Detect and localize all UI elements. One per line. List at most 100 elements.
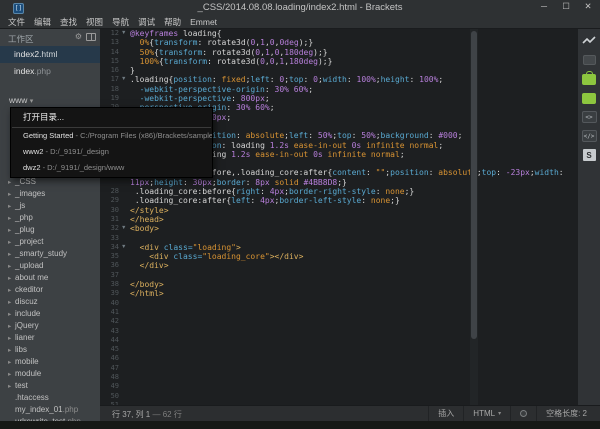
code-line[interactable]: 33 xyxy=(100,234,570,243)
editor-scrollbar[interactable] xyxy=(470,29,478,405)
split-view-icon[interactable] xyxy=(86,33,96,41)
extension-bag-icon[interactable] xyxy=(581,72,597,86)
tree-folder[interactable]: ▸ckeditor xyxy=(0,284,100,296)
menu-item-3[interactable]: 查找 xyxy=(60,17,77,28)
language-selector[interactable]: HTML▾ xyxy=(463,406,510,421)
extension-manager-icon[interactable] xyxy=(581,53,597,67)
fold-arrow-icon[interactable]: ▼ xyxy=(121,29,129,38)
code-line[interactable]: 50 xyxy=(100,392,570,401)
scrollbar-thumb[interactable] xyxy=(471,31,477,339)
tree-folder[interactable]: ▸lianer xyxy=(0,332,100,344)
code-line[interactable]: 40 xyxy=(100,299,570,308)
code-line[interactable]: 34▼ <div class="loading"> xyxy=(100,243,570,252)
menu-item-6[interactable]: 调试 xyxy=(138,17,155,28)
line-number: 35 xyxy=(100,252,119,261)
code-line[interactable]: 29 .loading_core:after{left: 4px;border-… xyxy=(100,196,570,205)
maximize-button[interactable]: ☐ xyxy=(560,1,572,12)
menu-item-1[interactable]: 文件 xyxy=(8,17,25,28)
code-text: </head> xyxy=(130,215,164,224)
code-line[interactable]: 31</head> xyxy=(100,215,570,224)
tree-folder[interactable]: ▸include xyxy=(0,308,100,320)
code-editor[interactable]: 12▼@keyframes loading{13 0%{transform: r… xyxy=(100,29,570,405)
close-button[interactable]: ✕ xyxy=(582,1,594,12)
code-open-tag-icon[interactable]: <> xyxy=(581,110,597,124)
menu-item-7[interactable]: 帮助 xyxy=(164,17,181,28)
gear-icon[interactable]: ⚙ xyxy=(75,32,82,42)
code-line[interactable]: 49 xyxy=(100,382,570,391)
live-preview-icon[interactable] xyxy=(581,34,597,48)
code-text: </style> xyxy=(130,206,169,215)
code-line[interactable]: 16} xyxy=(100,66,570,75)
code-line[interactable]: 28 .loading_core:before{right: 4px;borde… xyxy=(100,187,570,196)
code-text: .loading{position: fixed;left: 0;top: 0;… xyxy=(130,75,443,84)
code-line[interactable]: 30</style> xyxy=(100,206,570,215)
indent-size-status[interactable]: 空格长度: 2 xyxy=(536,406,596,421)
tree-folder[interactable]: ▸about me xyxy=(0,272,100,284)
code-line[interactable]: 19 -webkit-perspective: 800px; xyxy=(100,94,570,103)
working-set-file[interactable]: index2.html xyxy=(0,46,100,63)
code-line[interactable]: 18 -webkit-perspective-origin: 30% 60%; xyxy=(100,85,570,94)
insert-mode-indicator[interactable]: 插入 xyxy=(428,406,463,421)
code-line[interactable]: 35 <div class="loading_core"></div> xyxy=(100,252,570,261)
code-line[interactable]: 12▼@keyframes loading{ xyxy=(100,29,570,38)
code-line[interactable]: 14 50%{transform: rotate3d(0,1,0,180deg)… xyxy=(100,48,570,57)
code-line[interactable]: 37 xyxy=(100,271,570,280)
tree-item-label: lianer xyxy=(15,333,35,342)
tree-folder[interactable]: ▸test xyxy=(0,380,100,392)
code-close-tag-icon[interactable]: </> xyxy=(581,129,597,143)
tree-folder[interactable]: ▸_php xyxy=(0,212,100,224)
code-line[interactable]: 32▼<body> xyxy=(100,224,570,233)
fold-arrow-icon[interactable]: ▼ xyxy=(121,224,129,233)
tree-item-label: discuz xyxy=(15,297,38,306)
code-line[interactable]: 38</body> xyxy=(100,280,570,289)
tree-folder[interactable]: ▸mobile xyxy=(0,356,100,368)
code-line[interactable]: 11px;height: 30px;border: 8px solid #4BB… xyxy=(100,178,570,187)
tree-folder[interactable]: ▸_js xyxy=(0,200,100,212)
tree-file[interactable]: my_index_01.php xyxy=(0,404,100,416)
tree-folder[interactable]: ▸libs xyxy=(0,344,100,356)
menu-item-5[interactable]: 导航 xyxy=(112,17,129,28)
line-number: 33 xyxy=(100,234,119,243)
minimize-button[interactable]: ─ xyxy=(538,1,550,12)
code-line[interactable]: 15 100%{transform: rotate3d(0,0,1,180deg… xyxy=(100,57,570,66)
code-line[interactable]: 41 xyxy=(100,308,570,317)
code-line[interactable]: 47 xyxy=(100,364,570,373)
tree-file[interactable]: .htaccess xyxy=(0,392,100,404)
tree-folder[interactable]: ▸_smarty_study xyxy=(0,248,100,260)
code-text: <div class="loading_core"></div> xyxy=(130,252,303,261)
code-line[interactable]: 42 xyxy=(100,317,570,326)
fold-arrow-icon[interactable]: ▼ xyxy=(121,75,129,84)
code-line[interactable]: 48 xyxy=(100,373,570,382)
working-set-file[interactable]: index.php xyxy=(0,63,100,80)
extension-gift-icon[interactable] xyxy=(581,91,597,105)
code-line[interactable]: 13 0%{transform: rotate3d(0,1,0,0deg);} xyxy=(100,38,570,47)
code-line[interactable]: 46 xyxy=(100,354,570,363)
code-line[interactable]: 39</html> xyxy=(100,289,570,298)
fold-arrow-icon[interactable]: ▼ xyxy=(121,243,129,252)
tree-folder[interactable]: ▸_project xyxy=(0,236,100,248)
tree-folder[interactable]: ▸_upload xyxy=(0,260,100,272)
code-line[interactable]: 45 xyxy=(100,345,570,354)
menu-item-2[interactable]: 编辑 xyxy=(34,17,51,28)
code-line[interactable]: 17▼.loading{position: fixed;left: 0;top:… xyxy=(100,75,570,84)
menu-item-8[interactable]: Emmet xyxy=(190,17,217,28)
lint-status[interactable] xyxy=(510,406,536,421)
line-number: 13 xyxy=(100,38,119,47)
tree-folder[interactable]: ▸module xyxy=(0,368,100,380)
line-number: 14 xyxy=(100,48,119,57)
tree-folder[interactable]: ▸_plug xyxy=(0,224,100,236)
code-line[interactable]: 44 xyxy=(100,336,570,345)
recent-project-item[interactable]: www2 - D:/_9191/_design xyxy=(11,144,212,160)
tree-folder[interactable]: ▸discuz xyxy=(0,296,100,308)
code-line[interactable]: 36 </div> xyxy=(100,261,570,270)
open-folder-menu-item[interactable]: 打开目录... xyxy=(11,108,212,127)
s-extension-icon[interactable]: S xyxy=(581,148,597,162)
line-number: 18 xyxy=(100,85,119,94)
code-line[interactable]: 43 xyxy=(100,327,570,336)
project-dropdown-button[interactable]: www ▾ xyxy=(0,93,100,108)
menu-item-4[interactable]: 视图 xyxy=(86,17,103,28)
recent-project-item[interactable]: dwz2 - D:/_9191/_design/www xyxy=(11,160,212,176)
tree-folder[interactable]: ▸_images xyxy=(0,188,100,200)
tree-folder[interactable]: ▸jQuery xyxy=(0,320,100,332)
recent-project-item[interactable]: Getting Started - C:/Program Files (x86)… xyxy=(11,128,212,144)
